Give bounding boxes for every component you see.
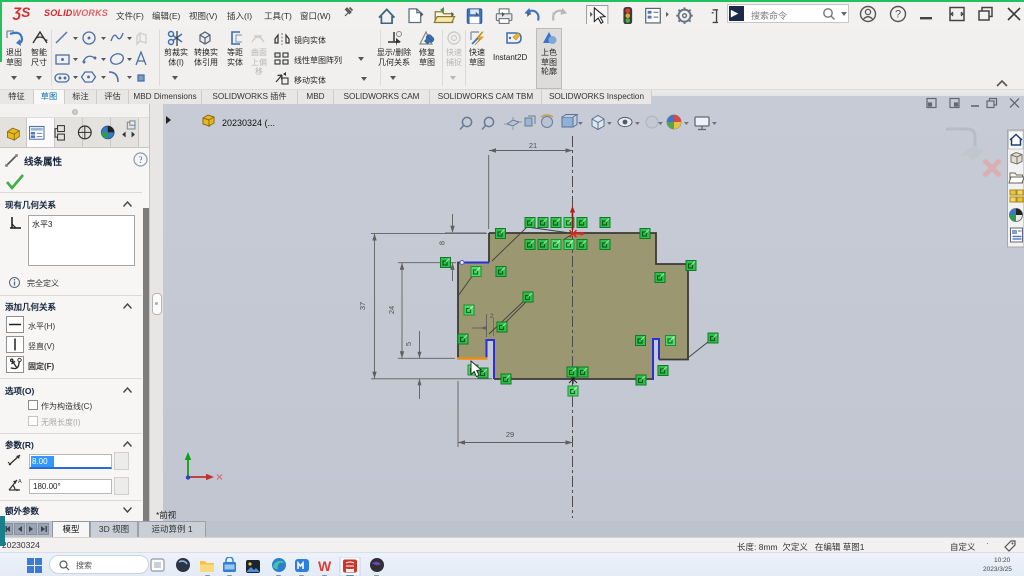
svg-text:37: 37 xyxy=(358,302,367,310)
svg-text:20230324 (...: 20230324 (... xyxy=(222,118,275,128)
svg-text:29: 29 xyxy=(506,430,514,439)
svg-text:8: 8 xyxy=(438,241,447,245)
svg-text:A: A xyxy=(18,479,22,485)
svg-text:W: W xyxy=(318,558,332,574)
svg-text:24: 24 xyxy=(387,306,396,314)
svg-text:21: 21 xyxy=(529,141,537,150)
svg-text:2: 2 xyxy=(490,313,494,320)
svg-text:5: 5 xyxy=(404,342,413,346)
svg-text:?: ? xyxy=(139,155,143,165)
